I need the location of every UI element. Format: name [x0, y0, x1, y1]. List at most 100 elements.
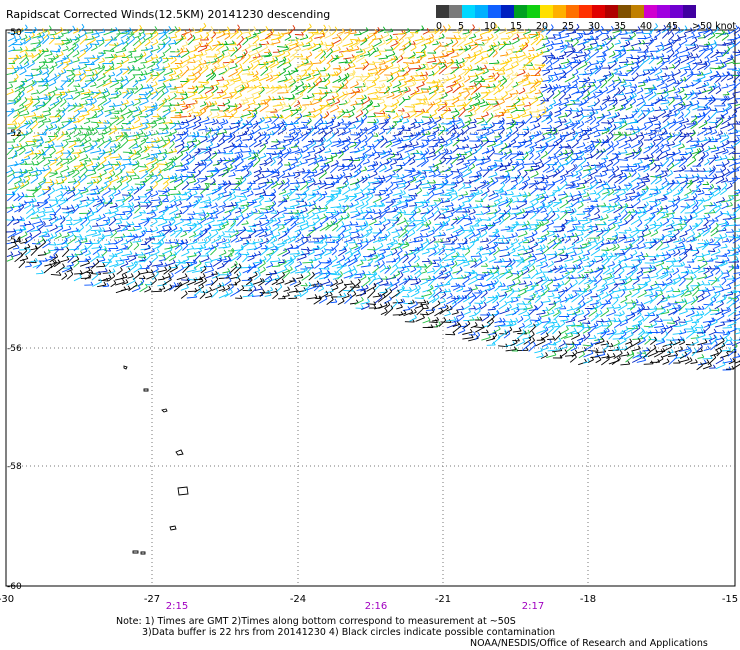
wind-barb-tick [166, 88, 169, 92]
wind-barb [511, 39, 520, 45]
wind-barb-tick [735, 99, 738, 103]
wind-barb-tick [432, 54, 436, 58]
wind-barb [463, 41, 474, 46]
wind-barb-tick [442, 138, 446, 142]
wind-barb-tick [527, 72, 531, 76]
wind-barb [516, 112, 527, 119]
wind-barb-tick [554, 127, 558, 132]
wind-barb-tick [350, 45, 354, 50]
wind-barb-tick [181, 95, 184, 99]
wind-barb-tick [250, 63, 254, 67]
wind-barb [679, 135, 690, 137]
wind-barb [176, 123, 185, 125]
wind-barb [656, 92, 666, 95]
wind-barb-tick [225, 84, 229, 89]
wind-barb-tick [66, 45, 69, 50]
wind-barb-tick [420, 35, 424, 40]
wind-barb-tick [511, 45, 515, 49]
wind-barb [211, 33, 216, 39]
wind-barb [354, 85, 366, 89]
wind-barb-tick [61, 40, 65, 45]
wind-barb [380, 141, 388, 148]
wind-barb-tick [708, 106, 712, 111]
wind-barb [85, 80, 93, 87]
wind-barb-tick [423, 99, 426, 104]
wind-barb [276, 116, 284, 119]
wind-barb [223, 101, 231, 106]
wind-barb-tick [112, 102, 116, 107]
wind-barb-tick [707, 115, 711, 119]
wind-barb-tick [723, 62, 727, 67]
wind-barb [348, 76, 355, 82]
wind-barb-tick [735, 120, 739, 125]
wind-barb-tick [416, 87, 420, 91]
wind-barb-tick [104, 97, 107, 101]
wind-barb [7, 123, 17, 125]
wind-barb [115, 49, 127, 54]
wind-barb [630, 89, 637, 94]
wind-barb [284, 97, 296, 100]
wind-barb-tick [78, 71, 82, 75]
wind-barb [710, 52, 720, 59]
wind-barb-tick [95, 30, 98, 34]
wind-barb-tick [454, 129, 457, 133]
wind-barb-tick [224, 40, 228, 45]
wind-barb-tick [547, 39, 550, 43]
wind-barb-tick [726, 134, 730, 138]
wind-barb [162, 111, 171, 118]
wind-barb-tick [418, 64, 422, 69]
wind-barb-tick [265, 26, 269, 30]
wind-barb [572, 41, 579, 47]
wind-barb-tick [84, 63, 88, 67]
wind-barb-tick [723, 132, 727, 137]
wind-barb-tick [303, 123, 306, 128]
wind-barb [97, 100, 107, 107]
wind-barb [307, 98, 316, 107]
wind-barb [187, 117, 197, 123]
wind-barb [126, 113, 133, 119]
wind-barb-tick [87, 118, 91, 122]
wind-barb-tick [470, 111, 473, 116]
wind-barb-tick [145, 124, 148, 128]
wind-barb [43, 61, 54, 64]
wind-barb-tick [584, 70, 587, 75]
wind-barb [55, 145, 64, 147]
wind-barb [692, 73, 701, 76]
wind-barb-tick [382, 39, 386, 44]
wind-barb-tick [308, 83, 311, 87]
wind-barb [18, 149, 26, 156]
wind-barb-tick [467, 53, 471, 58]
wind-barb-tick [341, 118, 345, 123]
wind-barb-tick [124, 103, 128, 108]
wind-barb-tick [235, 46, 238, 51]
wind-barb-tick [602, 138, 606, 143]
wind-barb [200, 138, 208, 144]
wind-barb-tick [30, 119, 34, 123]
wind-barb-tick [465, 45, 468, 50]
wind-barb [151, 93, 159, 100]
wind-barb [294, 34, 304, 36]
wind-barb-tick [523, 34, 527, 39]
wind-barb-tick [720, 130, 723, 134]
wind-barb-tick [224, 128, 227, 133]
wind-barb-tick [706, 81, 710, 86]
wind-barb-tick [55, 133, 59, 137]
wind-barb-tick [564, 112, 568, 116]
wind-barb [383, 31, 393, 33]
wind-barb [146, 122, 156, 125]
wind-barb-tick [568, 82, 571, 86]
wind-barb-tick [727, 95, 730, 100]
wind-barb-tick [469, 64, 473, 68]
wind-barb [92, 131, 98, 136]
wind-barb-tick [94, 69, 98, 74]
wind-barb-tick [461, 82, 465, 87]
wind-barb [662, 43, 671, 47]
wind-barb-tick [653, 91, 657, 95]
wind-barb-tick [224, 67, 228, 72]
wind-barb-tick [174, 92, 177, 97]
wind-barb-tick [401, 37, 405, 42]
wind-barb-tick [681, 111, 684, 116]
wind-barb-tick [502, 59, 505, 64]
wind-barb-tick [707, 61, 711, 65]
wind-barb-tick [732, 58, 735, 63]
